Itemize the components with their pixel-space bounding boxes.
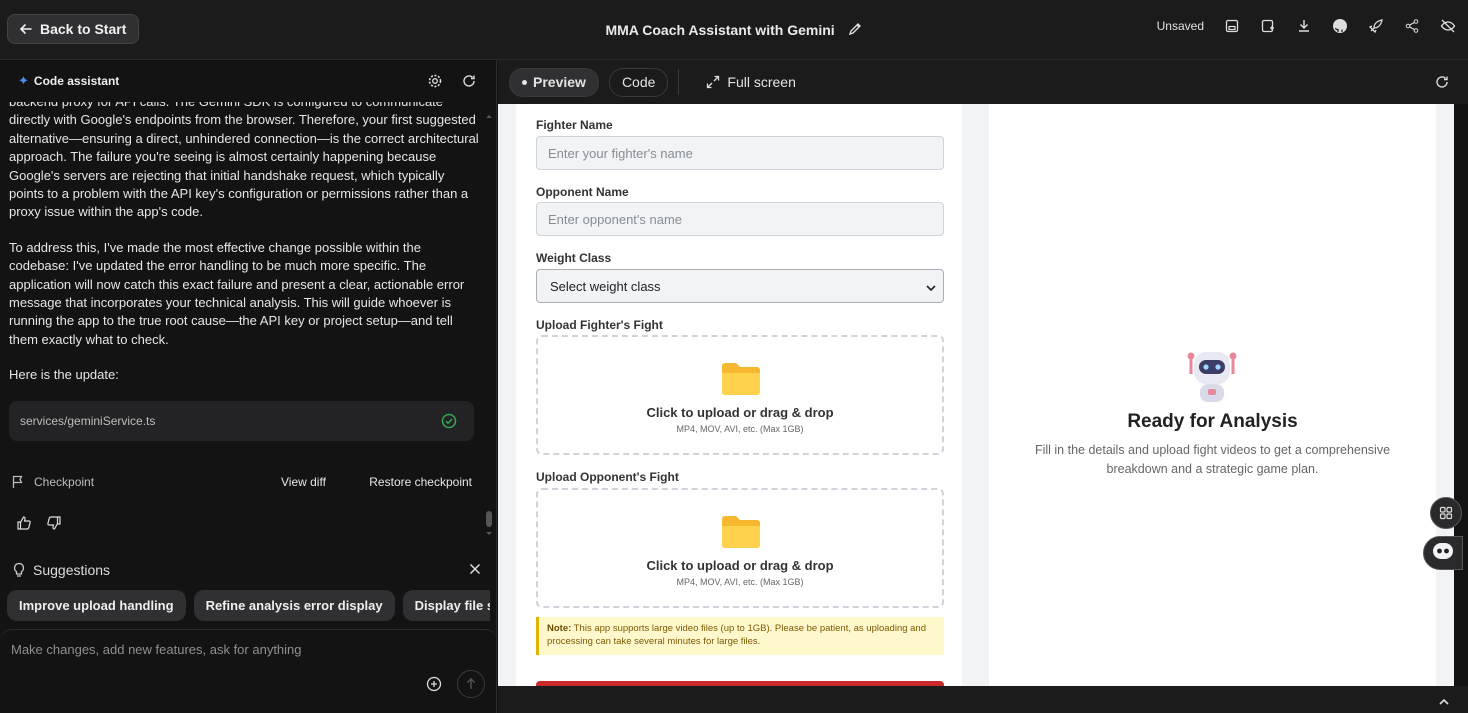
refresh-icon[interactable]	[461, 73, 477, 89]
opponent-name-label: Opponent Name	[536, 185, 629, 199]
results-title: Ready for Analysis	[1127, 411, 1298, 432]
top-bar: Back to Start MMA Coach Assistant with G…	[0, 0, 1468, 60]
suggestions-label: Suggestions	[33, 562, 111, 578]
upload-fighter-label: Upload Fighter's Fight	[536, 318, 663, 332]
suggestion-chip[interactable]: Improve upload handling	[7, 590, 186, 621]
hide-icon[interactable]	[1440, 18, 1456, 34]
chevron-down-icon	[923, 280, 939, 296]
full-screen-label: Full screen	[727, 74, 796, 90]
save-as-icon[interactable]	[1260, 18, 1276, 34]
preview-edge	[1454, 104, 1468, 686]
code-assistant-title: Code assistant	[33, 74, 120, 88]
reload-preview-icon[interactable]	[1434, 74, 1450, 90]
dropzone-hint: MP4, MOV, AVI, etc. (Max 1GB)	[676, 424, 804, 434]
weight-class-select[interactable]: Select weight class	[536, 269, 944, 303]
app-title-text: MMA Coach Assistant with Gemini	[605, 22, 835, 38]
chat-paragraph: backend proxy for API calls. The Gemini …	[9, 102, 479, 220]
fighter-name-label: Fighter Name	[536, 118, 613, 132]
large-file-note: Note: This app supports large video file…	[536, 617, 944, 655]
folder-icon	[721, 514, 761, 555]
save-icon[interactable]	[1224, 18, 1240, 34]
chevron-up-icon[interactable]	[1436, 694, 1452, 710]
chat-paragraph: Here is the update:	[9, 367, 119, 383]
top-actions: Unsaved	[1157, 18, 1456, 34]
dropzone-hint: MP4, MOV, AVI, etc. (Max 1GB)	[676, 577, 804, 587]
suggestions-header: Suggestions	[11, 560, 483, 580]
opponent-name-placeholder: Enter opponent's name	[548, 211, 683, 227]
tab-preview-label: Preview	[533, 74, 586, 90]
flag-icon	[10, 474, 26, 490]
opponent-video-dropzone[interactable]: Click to upload or drag & drop MP4, MOV,…	[536, 488, 944, 608]
results-subtitle: Fill in the details and upload fight vid…	[1034, 443, 1391, 476]
tab-preview[interactable]: Preview	[509, 67, 599, 97]
tab-code-label: Code	[621, 74, 656, 90]
robot-icon	[1185, 348, 1239, 409]
assistant-bot-icon	[1431, 541, 1455, 566]
suggestion-chip[interactable]: Display file si	[402, 590, 490, 621]
send-button[interactable]	[457, 670, 485, 698]
weight-class-label: Weight Class	[536, 251, 612, 265]
prompt-input[interactable]: Make changes, add new features, ask for …	[0, 629, 497, 713]
toolbar-divider	[678, 69, 680, 95]
floating-assistant-button[interactable]	[1423, 536, 1463, 570]
add-circle-icon[interactable]	[426, 676, 442, 692]
checkpoint-label: Checkpoint	[34, 475, 95, 489]
tab-code[interactable]: Code	[608, 67, 669, 97]
fighter-name-placeholder: Enter your fighter's name	[548, 145, 693, 161]
check-circle-icon	[441, 413, 457, 429]
full-screen-button[interactable]: Full screen	[705, 74, 796, 90]
arrow-up-icon	[463, 676, 479, 692]
feedback-buttons	[16, 515, 62, 531]
code-assistant-header: ✦ Code assistant	[0, 60, 497, 102]
lightbulb-icon	[11, 562, 27, 578]
download-icon[interactable]	[1296, 18, 1312, 34]
dropzone-title: Click to upload or drag & drop	[646, 558, 834, 573]
github-icon[interactable]	[1332, 18, 1348, 34]
fight-form: Fighter Name Enter your fighter's name O…	[516, 104, 962, 686]
chat-scrollbar[interactable]	[485, 110, 493, 540]
note-text: This app supports large video files (up …	[547, 623, 926, 647]
folder-icon	[721, 361, 761, 402]
results-panel: Ready for Analysis Fill in the details a…	[989, 104, 1436, 686]
pencil-icon[interactable]	[847, 21, 863, 37]
upload-opponent-label: Upload Opponent's Fight	[536, 470, 679, 484]
close-icon[interactable]	[467, 561, 483, 577]
preview-toolbar: Preview Code Full screen	[498, 60, 1468, 104]
share-icon[interactable]	[1404, 18, 1420, 34]
chat-scrollbar-thumb[interactable]	[486, 511, 492, 527]
suggestion-chip[interactable]: Refine analysis error display	[193, 590, 395, 621]
sparkle-icon: ✦	[18, 73, 29, 88]
chat-messages: backend proxy for API calls. The Gemini …	[9, 102, 479, 422]
thumbs-up-icon[interactable]	[16, 515, 32, 531]
chat-paragraph: To address this, I've made the most effe…	[9, 239, 465, 347]
changed-file-card[interactable]: services/geminiService.ts	[9, 401, 474, 441]
settings-gear-icon[interactable]	[427, 73, 443, 89]
floating-grid-button[interactable]	[1430, 497, 1462, 529]
fighter-video-dropzone[interactable]: Click to upload or drag & drop MP4, MOV,…	[536, 335, 944, 455]
expand-icon	[705, 74, 721, 90]
thumbs-down-icon[interactable]	[46, 515, 62, 531]
preview-bottom-bar	[498, 686, 1468, 713]
grid-icon	[1438, 505, 1454, 521]
dropzone-title: Click to upload or drag & drop	[646, 405, 834, 420]
opponent-name-input[interactable]: Enter opponent's name	[536, 202, 944, 236]
fighter-name-input[interactable]: Enter your fighter's name	[536, 136, 944, 170]
app-preview: Fighter Name Enter your fighter's name O…	[498, 104, 1454, 686]
code-assistant-panel: ✦ Code assistant backend proxy for API c…	[0, 60, 497, 713]
note-label: Note:	[547, 623, 572, 634]
restore-checkpoint-button[interactable]: Restore checkpoint	[369, 475, 472, 489]
rocket-icon[interactable]	[1368, 18, 1384, 34]
suggestion-chips: Improve upload handling Refine analysis …	[7, 590, 490, 622]
prompt-placeholder: Make changes, add new features, ask for …	[11, 642, 302, 657]
weight-class-value: Select weight class	[550, 278, 661, 294]
view-diff-button[interactable]: View diff	[281, 475, 326, 489]
checkpoint-row: Checkpoint View diff Restore checkpoint	[10, 472, 472, 492]
active-dot-icon	[522, 79, 527, 85]
save-status: Unsaved	[1156, 19, 1204, 33]
changed-file-name: services/geminiService.ts	[20, 414, 156, 428]
